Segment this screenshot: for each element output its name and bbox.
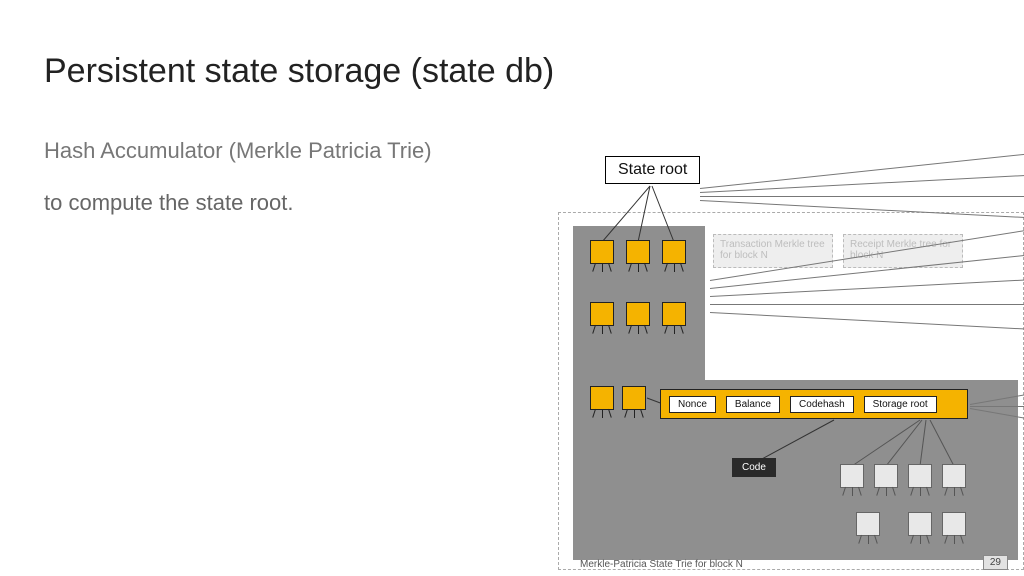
trie-node-icon	[622, 386, 646, 410]
storage-node-icon	[874, 464, 898, 488]
storage-node-icon	[856, 512, 880, 536]
trie-node-icon	[590, 240, 614, 264]
trie-node-icon	[626, 302, 650, 326]
account-field-nonce: Nonce	[669, 396, 716, 413]
external-line	[970, 406, 1024, 407]
trie-node-icon	[662, 240, 686, 264]
storage-node-icon	[942, 512, 966, 536]
trie-diagram: State root Transaction Merkle tree for b…	[550, 150, 1024, 576]
page-number: 29	[983, 555, 1008, 570]
code-box: Code	[732, 458, 776, 477]
slide-subtitle-1: Hash Accumulator (Merkle Patricia Trie)	[44, 138, 432, 164]
storage-node-icon	[908, 464, 932, 488]
trie-node-icon	[662, 302, 686, 326]
storage-node-icon	[942, 464, 966, 488]
slide-subtitle-2: to compute the state root.	[44, 190, 293, 216]
external-line	[710, 304, 1024, 305]
storage-node-icon	[908, 512, 932, 536]
state-root-label: State root	[605, 156, 700, 184]
account-field-storage-root: Storage root	[864, 396, 937, 413]
slide-title: Persistent state storage (state db)	[44, 52, 554, 91]
external-line	[700, 196, 1024, 197]
account-fields-bar: Nonce Balance Codehash Storage root	[660, 389, 968, 419]
storage-node-icon	[840, 464, 864, 488]
trie-node-icon	[590, 386, 614, 410]
account-field-balance: Balance	[726, 396, 780, 413]
account-field-codehash: Codehash	[790, 396, 854, 413]
trie-node-icon	[626, 240, 650, 264]
diagram-caption: Merkle-Patricia State Trie for block N	[580, 559, 743, 570]
trie-node-icon	[590, 302, 614, 326]
